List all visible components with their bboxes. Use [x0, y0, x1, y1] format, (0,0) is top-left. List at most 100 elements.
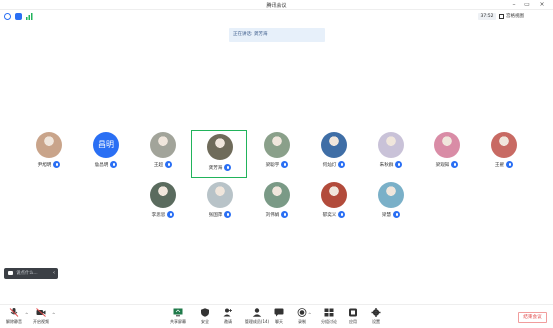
close-icon[interactable]: ×: [537, 1, 547, 9]
mic-icon: [393, 211, 401, 218]
participant-tile[interactable]: 郁奕义: [313, 180, 355, 224]
avatar: [321, 132, 347, 158]
restore-icon[interactable]: ▭: [522, 1, 532, 9]
participant-name-label: 梁观知: [435, 162, 450, 168]
avatar: [378, 132, 404, 158]
mic-icon: [110, 161, 118, 168]
participant-name: 梁慧: [370, 211, 412, 218]
participant-name-label: 何灿灯: [322, 162, 337, 168]
title-bar: 腾讯会议 – ▭ ×: [0, 0, 553, 10]
avatar: [378, 182, 404, 208]
mic-icon: [224, 164, 232, 171]
participant-tile[interactable]: 刘伟娟: [256, 180, 298, 224]
chevron-left-icon[interactable]: ‹: [53, 268, 55, 279]
end-meeting-button[interactable]: 结束会议: [518, 312, 547, 323]
participant-tile[interactable]: 何灿灯: [313, 130, 355, 174]
mic-icon: [281, 211, 289, 218]
participant-tile[interactable]: 梁聪宇: [256, 130, 298, 174]
participant-name-label: 王超: [153, 162, 164, 168]
video-button[interactable]: 开启视频: [28, 308, 54, 325]
participant-name: 王翟: [483, 161, 525, 168]
mic-icon: [506, 161, 514, 168]
apps-icon: [348, 308, 358, 317]
participant-name-label: 李思思: [151, 212, 166, 218]
meeting-info-bar: 37:52 宫格视图: [0, 10, 553, 23]
participant-tile[interactable]: 龚芳海: [191, 130, 247, 178]
info-icon[interactable]: [4, 13, 11, 20]
participant-tile[interactable]: 朱秋群: [370, 130, 412, 174]
participant-name-label: 尹旭明: [37, 162, 52, 168]
avatar: [150, 182, 176, 208]
shield-icon[interactable]: [15, 13, 22, 20]
participant-tile[interactable]: 尹旭明: [28, 130, 70, 174]
participant-tile[interactable]: 梁慧: [370, 180, 412, 224]
avatar: 昌明: [93, 132, 119, 158]
participant-tile[interactable]: 张国萍: [199, 180, 241, 224]
meeting-toolbar: 解除静音 ^ 开启视频 ^ 共享屏幕 安全 邀请 管理成员(14) 聊天 录制 …: [0, 304, 553, 328]
invite-button[interactable]: 邀请: [215, 308, 241, 325]
mic-muted-icon: [9, 308, 19, 317]
chat-placeholder: 说点什么...: [16, 271, 38, 276]
record-icon: [297, 308, 307, 317]
avatar: [264, 182, 290, 208]
mic-icon: [224, 211, 232, 218]
participant-tile[interactable]: 昌明 詹昌明: [85, 130, 127, 174]
mic-icon: [451, 161, 459, 168]
participant-name-label: 詹昌明: [94, 162, 109, 168]
gear-icon: [371, 308, 381, 317]
participant-name: 王超: [142, 161, 184, 168]
breakout-button[interactable]: 分组讨论: [316, 308, 342, 325]
share-screen-button[interactable]: 共享屏幕: [165, 308, 191, 325]
participant-name: 尹旭明: [28, 161, 70, 168]
avatar: [207, 182, 233, 208]
avatar: [321, 182, 347, 208]
meeting-timer: 37:52: [478, 13, 496, 20]
mic-icon: [338, 211, 346, 218]
view-label: 宫格视图: [506, 14, 524, 19]
mic-icon: [281, 161, 289, 168]
participant-name: 詹昌明: [85, 161, 127, 168]
participant-tile[interactable]: 王超: [142, 130, 184, 174]
participant-name: 龚芳海: [192, 164, 248, 171]
chat-bubble-icon: [8, 270, 13, 275]
participant-name-label: 梁慧: [381, 212, 392, 218]
settings-button[interactable]: 设置: [363, 308, 389, 325]
participant-tile[interactable]: 梁观知: [426, 130, 468, 174]
members-icon: [252, 308, 262, 317]
avatar: [264, 132, 290, 158]
avatar: [36, 132, 62, 158]
participant-name-label: 朱秋群: [379, 162, 394, 168]
participant-name: 张国萍: [199, 211, 241, 218]
participant-tile[interactable]: 王翟: [483, 130, 525, 174]
breakout-rooms-icon: [324, 308, 334, 317]
speaking-indicator: 正在讲话: 龚芳海: [229, 28, 325, 42]
video-options-caret[interactable]: ^: [52, 312, 55, 317]
participant-name: 梁聪宇: [256, 161, 298, 168]
mic-icon: [395, 161, 403, 168]
grid-view-icon: [499, 14, 504, 19]
screen-share-icon: [173, 308, 183, 317]
chat-icon: [274, 308, 284, 317]
record-options-caret[interactable]: ^: [308, 312, 311, 317]
avatar: [150, 132, 176, 158]
mic-icon: [338, 161, 346, 168]
minimize-icon[interactable]: –: [509, 1, 519, 9]
participant-name: 刘伟娟: [256, 211, 298, 218]
participant-name: 何灿灯: [313, 161, 355, 168]
avatar: [434, 132, 460, 158]
participant-name-label: 张国萍: [208, 212, 223, 218]
participant-name-label: 郁奕义: [322, 212, 337, 218]
view-toggle-button[interactable]: 宫格视图: [499, 13, 524, 20]
participant-name: 朱秋群: [370, 161, 412, 168]
signal-icon[interactable]: [26, 13, 33, 20]
participant-name-label: 龚芳海: [208, 165, 223, 171]
mic-icon: [53, 161, 61, 168]
participant-tile[interactable]: 李思思: [142, 180, 184, 224]
mute-button[interactable]: 解除静音: [1, 308, 27, 325]
chat-input[interactable]: 说点什么... ‹: [4, 268, 58, 279]
camera-off-icon: [36, 308, 46, 317]
shield-icon: [200, 308, 210, 317]
avatar: [491, 132, 517, 158]
mic-icon: [165, 161, 173, 168]
mic-icon: [167, 211, 175, 218]
